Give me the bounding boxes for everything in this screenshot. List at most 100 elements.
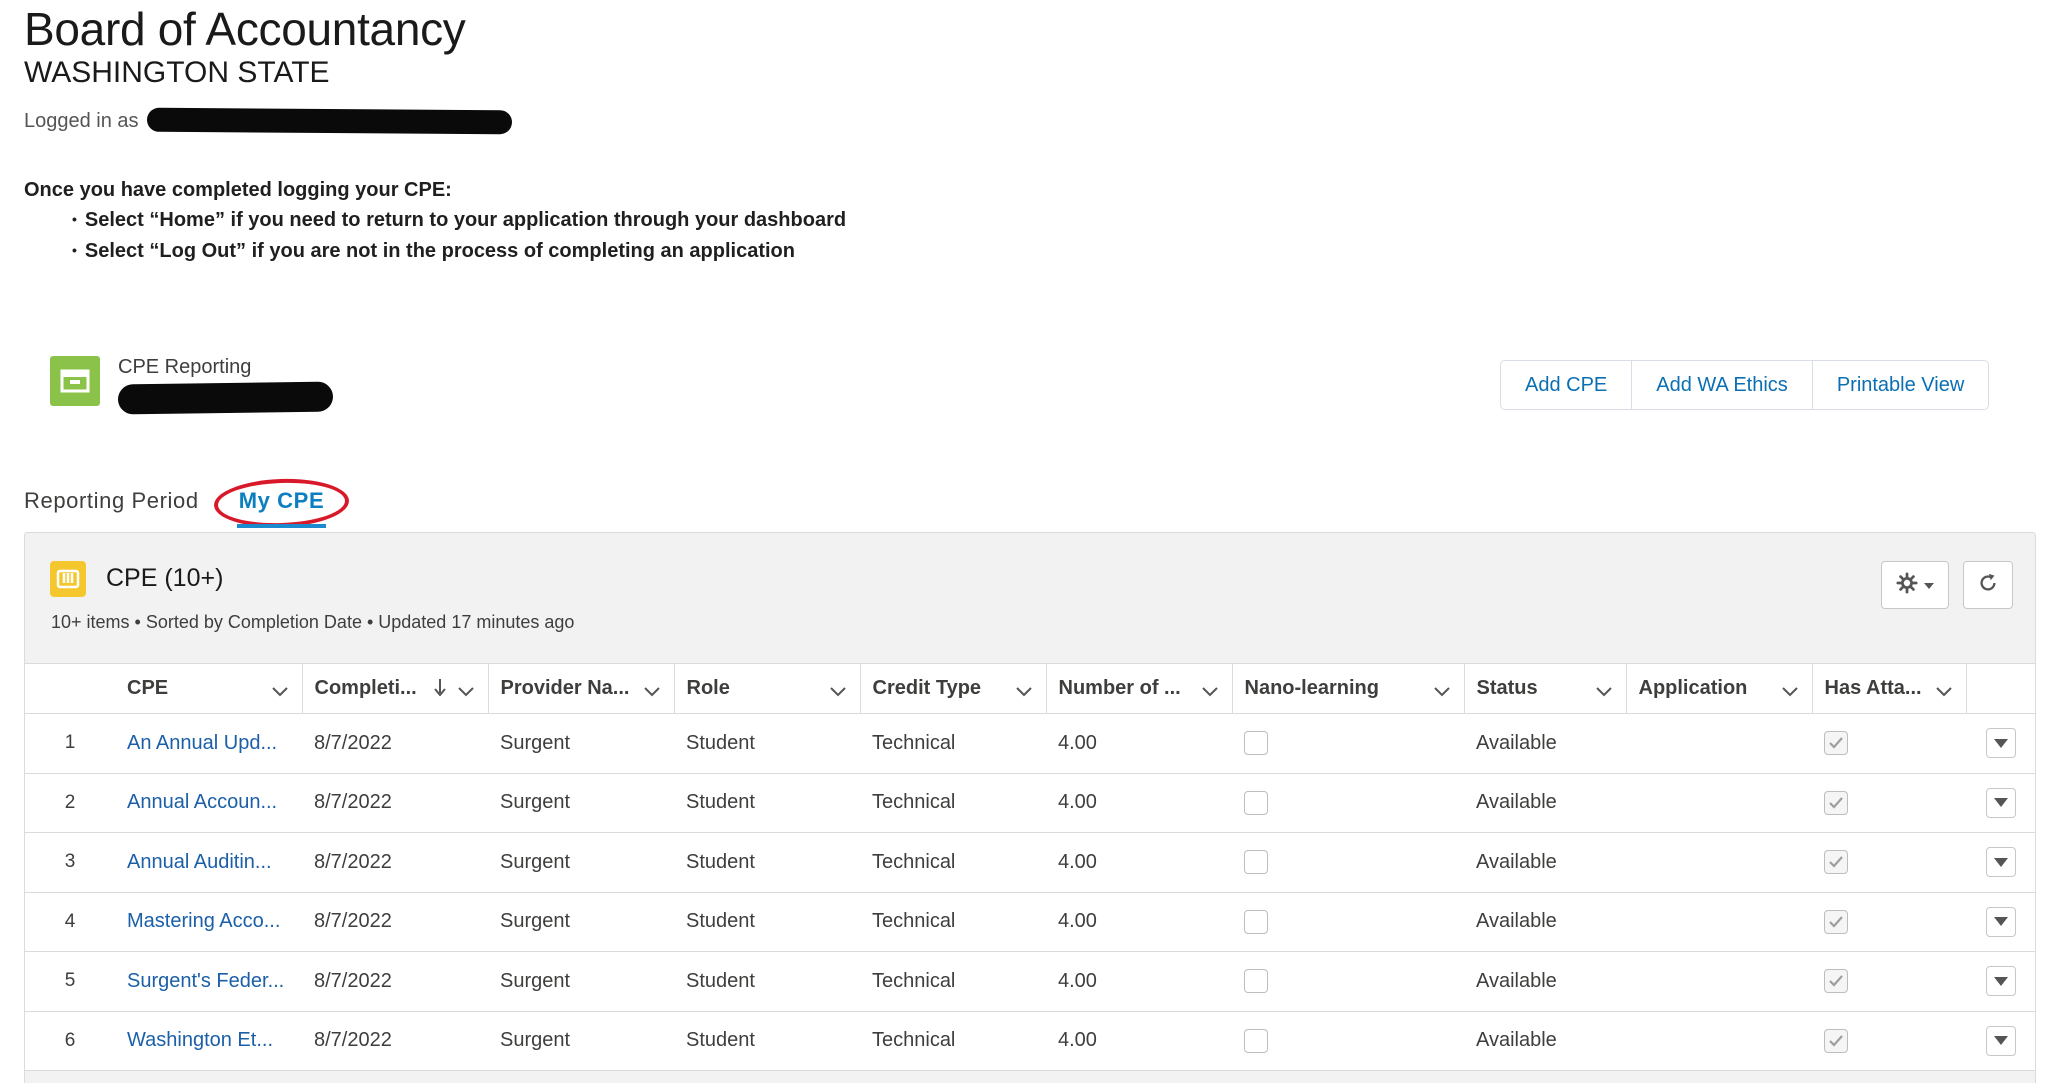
chevron-down-icon[interactable] (1433, 680, 1450, 703)
nano-learning-checkbox (1244, 909, 1268, 934)
printable-view-button[interactable]: Printable View (1812, 361, 1989, 409)
chevron-down-icon[interactable] (271, 680, 288, 703)
instruction-logout: Select “Log Out” if you are not in the p… (72, 236, 846, 267)
cpe-name-link[interactable]: Washington Et... (115, 1011, 302, 1071)
number-of-credits-cell: 4.00 (1046, 773, 1232, 833)
provider-name-cell: Surgent (488, 832, 674, 893)
col-header-has-attachment[interactable]: Has Atta... (1812, 663, 1967, 714)
row-actions-button[interactable] (1985, 847, 2016, 878)
chevron-down-icon[interactable] (829, 680, 846, 703)
nano-learning-cell (1232, 832, 1464, 893)
record-type-label: CPE Reporting (118, 356, 252, 378)
tab-my-cpe[interactable]: My CPE (212, 476, 350, 530)
cpe-name-link[interactable]: Mastering Acco... (115, 892, 302, 952)
has-attachment-checkbox (1824, 850, 1848, 875)
number-of-credits-cell: 4.00 (1046, 713, 1232, 774)
nano-learning-checkbox (1244, 790, 1268, 815)
chevron-down-icon[interactable] (457, 680, 474, 703)
status-cell: Available (1464, 1011, 1626, 1071)
completion-date-cell: 8/7/2022 (302, 951, 488, 1012)
status-cell: Available (1464, 773, 1626, 833)
application-cell (1626, 1011, 1812, 1071)
has-attachment-cell (1812, 951, 1966, 1012)
row-actions-cell (1966, 773, 2035, 833)
row-actions-cell (1966, 713, 2035, 774)
completion-date-cell: 8/7/2022 (302, 832, 488, 893)
row-actions-button[interactable] (1985, 966, 2016, 997)
role-cell: Student (674, 713, 860, 774)
col-header-role[interactable]: Role (674, 663, 861, 714)
role-cell: Student (674, 892, 860, 952)
credit-type-cell: Technical (860, 713, 1046, 774)
role-cell: Student (674, 1011, 860, 1071)
col-header-cpe[interactable]: CPE (115, 663, 303, 714)
has-attachment-cell (1812, 1011, 1966, 1071)
caret-down-icon (1993, 1036, 2008, 1046)
col-header-completion-date[interactable]: Completi... (302, 663, 489, 714)
completion-date-cell: 8/7/2022 (302, 773, 488, 833)
table-row: 2 Annual Accoun... 8/7/2022 Surgent Student T… (25, 773, 2035, 833)
table-row: 3 Annual Auditin... 8/7/2022 Surgent Student… (25, 832, 2035, 893)
add-cpe-button[interactable]: Add CPE (1501, 361, 1633, 409)
status-cell: Available (1464, 832, 1626, 893)
cpe-related-list: CPE (10+) 10+ items • Sorted by Completi… (24, 532, 2036, 1083)
list-settings-button[interactable] (1881, 561, 1949, 609)
col-header-application[interactable]: Application (1626, 663, 1813, 714)
chevron-down-icon[interactable] (643, 680, 660, 703)
add-wa-ethics-button[interactable]: Add WA Ethics (1632, 361, 1813, 409)
col-header-row-actions (1966, 663, 2035, 714)
has-attachment-checkbox (1824, 909, 1848, 934)
status-cell: Available (1464, 951, 1626, 1012)
chevron-down-icon[interactable] (1935, 680, 1952, 703)
chevron-down-icon[interactable] (1595, 680, 1612, 703)
cpe-name-link[interactable]: Surgent's Feder... (115, 951, 302, 1012)
gear-icon (1896, 571, 1918, 599)
instructions-list: Select “Home” if you need to return to y… (24, 205, 846, 267)
col-header-provider-name[interactable]: Provider Na... (488, 663, 675, 714)
application-cell (1626, 951, 1812, 1012)
chevron-down-icon[interactable] (1015, 680, 1032, 703)
credit-type-cell: Technical (860, 1011, 1046, 1071)
has-attachment-cell (1812, 832, 1966, 893)
completion-date-cell: 8/7/2022 (302, 713, 488, 774)
row-number: 3 (25, 832, 115, 893)
cpe-name-link[interactable]: Annual Accoun... (115, 773, 302, 833)
provider-name-cell: Surgent (488, 892, 674, 952)
tab-my-cpe-label: My CPE (238, 488, 325, 513)
application-cell (1626, 892, 1812, 952)
row-actions-button[interactable] (1985, 1025, 2016, 1056)
logged-in-status: Logged in as (24, 107, 512, 135)
cpe-name-link[interactable]: Annual Auditin... (115, 832, 302, 893)
number-of-credits-cell: 4.00 (1046, 951, 1232, 1012)
col-header-nano-learning[interactable]: Nano-learning (1232, 663, 1465, 714)
provider-name-cell: Surgent (488, 713, 674, 774)
row-number: 4 (25, 892, 115, 952)
row-actions-cell (1966, 1011, 2035, 1071)
redacted-username (146, 107, 512, 135)
status-cell: Available (1464, 713, 1626, 774)
col-header-row-number (25, 663, 115, 714)
nano-learning-cell (1232, 713, 1464, 774)
nano-learning-checkbox (1244, 850, 1268, 875)
chevron-down-icon[interactable] (1781, 680, 1798, 703)
site-title: Board of Accountancy (24, 3, 466, 55)
col-header-status[interactable]: Status (1464, 663, 1627, 714)
col-header-number-of-credits[interactable]: Number of ... (1046, 663, 1233, 714)
col-header-credit-type[interactable]: Credit Type (860, 663, 1047, 714)
cpe-name-link[interactable]: An Annual Upd... (115, 713, 302, 774)
refresh-icon (1977, 572, 1999, 599)
number-of-credits-cell: 4.00 (1046, 892, 1232, 952)
instructions: Once you have completed logging your CPE… (24, 175, 846, 267)
tab-reporting-period[interactable]: Reporting Period (24, 482, 199, 514)
chevron-down-icon[interactable] (1201, 680, 1218, 703)
application-cell (1626, 832, 1812, 893)
has-attachment-checkbox (1824, 1028, 1848, 1053)
cpe-table-body: 1 An Annual Upd... 8/7/2022 Surgent Student T… (25, 713, 2035, 1071)
row-actions-button[interactable] (1985, 906, 2016, 937)
tab-bar: Reporting Period My CPE (24, 476, 364, 532)
list-meta: 10+ items • Sorted by Completion Date • … (51, 612, 575, 632)
credit-type-cell: Technical (860, 892, 1046, 952)
row-actions-button[interactable] (1985, 787, 2016, 818)
refresh-button[interactable] (1963, 561, 2013, 609)
row-actions-button[interactable] (1985, 728, 2016, 759)
